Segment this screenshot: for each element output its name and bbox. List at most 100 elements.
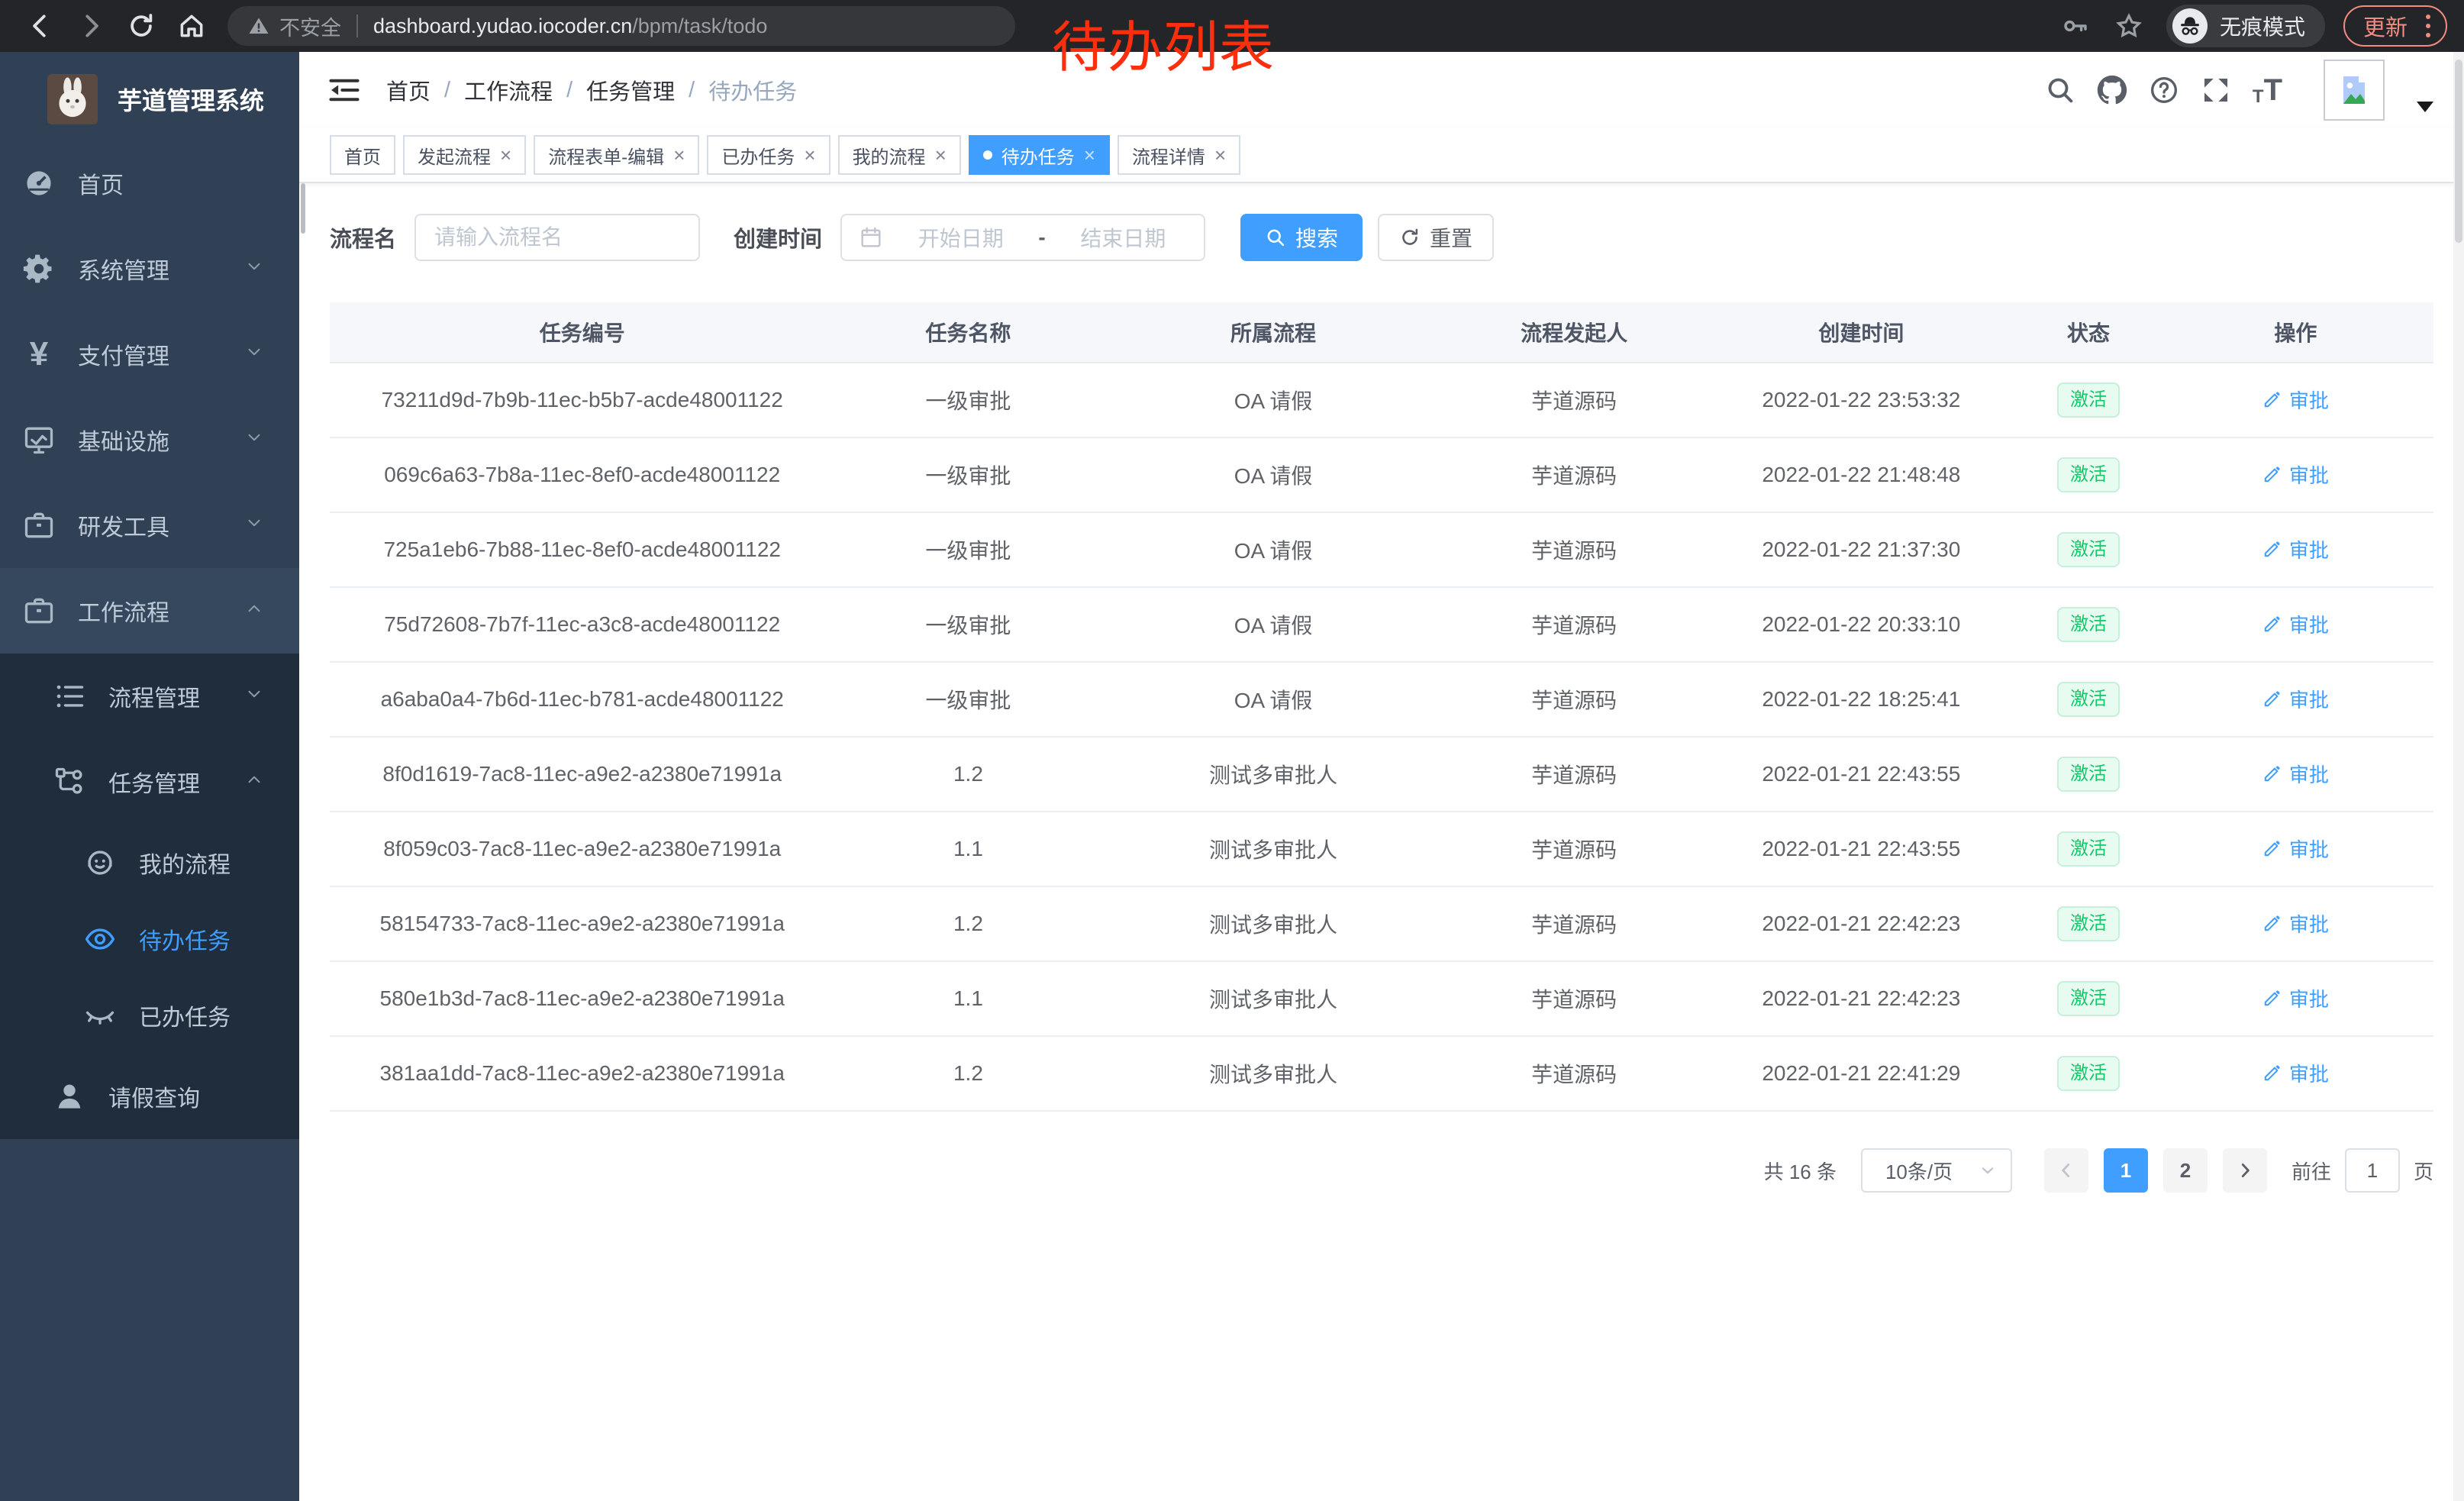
tab-已办任务[interactable]: 已办任务×: [707, 135, 830, 175]
sidebar-item-workflow[interactable]: 工作流程: [0, 568, 299, 654]
end-date-placeholder[interactable]: 结束日期: [1059, 222, 1187, 253]
browser-home-icon[interactable]: [177, 11, 206, 40]
reset-button[interactable]: 重置: [1378, 214, 1494, 261]
status-badge: 激活: [2057, 383, 2120, 418]
browser-back-icon[interactable]: [26, 11, 55, 40]
sidebar-item-my-process[interactable]: 我的流程: [0, 825, 299, 901]
prev-page-button[interactable]: [2044, 1148, 2088, 1193]
approve-link[interactable]: 审批: [2262, 535, 2329, 563]
search-icon[interactable]: [2045, 75, 2075, 105]
app-logo[interactable]: 芋道管理系统: [0, 52, 299, 133]
edit-icon: [2262, 539, 2282, 559]
cell-status: 激活: [2019, 532, 2158, 567]
sidebar-item-dev-tools[interactable]: 研发工具: [0, 483, 299, 568]
tab-首页[interactable]: 首页: [330, 135, 395, 175]
cell-task-id: 75d72608-7b7f-11ec-a3c8-acde48001122: [330, 612, 834, 637]
tab-close-icon[interactable]: ×: [673, 145, 685, 165]
sidebar-item-label: 系统管理: [78, 252, 169, 286]
tab-流程详情[interactable]: 流程详情×: [1118, 135, 1240, 175]
start-date-placeholder[interactable]: 开始日期: [897, 222, 1024, 253]
status-badge: 激活: [2057, 607, 2120, 642]
sidebar-item-infrastructure[interactable]: 基础设施: [0, 397, 299, 483]
tab-close-icon[interactable]: ×: [1214, 145, 1226, 165]
user-avatar[interactable]: [2324, 60, 2385, 121]
browser-menu-icon[interactable]: [2420, 15, 2437, 37]
approve-link[interactable]: 审批: [2262, 685, 2329, 713]
chevron-down-icon: [244, 684, 264, 704]
avatar-dropdown-caret-icon[interactable]: [2417, 102, 2433, 112]
approve-link[interactable]: 审批: [2262, 909, 2329, 938]
github-icon[interactable]: [2097, 75, 2127, 105]
chevron-up-icon: [244, 770, 264, 789]
tab-close-icon[interactable]: ×: [500, 145, 511, 165]
page-button-1[interactable]: 1: [2104, 1148, 2148, 1193]
goto-page-input[interactable]: [2345, 1148, 2400, 1193]
task-table: 任务编号任务名称所属流程流程发起人创建时间状态操作 73211d9d-7b9b-…: [330, 302, 2433, 1112]
browser-forward-icon[interactable]: [76, 11, 105, 40]
chevron-down-icon: [1979, 1161, 1997, 1180]
browser-update-button[interactable]: 更新: [2343, 5, 2447, 47]
cell-task-name: 一级审批: [834, 534, 1101, 565]
edit-icon: [2262, 913, 2282, 933]
cell-process: OA 请假: [1101, 460, 1444, 490]
tab-close-icon[interactable]: ×: [804, 145, 815, 165]
approve-link[interactable]: 审批: [2262, 386, 2329, 414]
sidebar-item-done-task[interactable]: 已办任务: [0, 977, 299, 1054]
briefcase-icon: [22, 594, 56, 628]
password-key-icon[interactable]: [2061, 11, 2090, 40]
breadcrumb-item[interactable]: 任务管理: [586, 74, 675, 106]
next-page-button[interactable]: [2223, 1148, 2267, 1193]
fullscreen-icon[interactable]: [2201, 75, 2231, 105]
date-range-picker[interactable]: 开始日期 - 结束日期: [840, 214, 1205, 261]
approve-link[interactable]: 审批: [2262, 610, 2329, 638]
sidebar-scrollbar[interactable]: [301, 183, 305, 234]
help-icon[interactable]: [2149, 75, 2179, 105]
sidebar-item-payment[interactable]: ¥支付管理: [0, 311, 299, 397]
sidebar-item-todo-task[interactable]: 待办任务: [0, 901, 299, 977]
breadcrumb-item[interactable]: 首页: [386, 74, 431, 106]
tab-发起流程[interactable]: 发起流程×: [403, 135, 526, 175]
breadcrumb-item[interactable]: 工作流程: [464, 74, 553, 106]
sidebar-item-system[interactable]: 系统管理: [0, 226, 299, 311]
table-row: 725a1eb6-7b88-11ec-8ef0-acde48001122一级审批…: [330, 513, 2433, 588]
cell-process: 测试多审批人: [1101, 1058, 1444, 1089]
sidebar-item-home[interactable]: 首页: [0, 140, 299, 226]
cell-initiator: 芋道源码: [1445, 684, 1704, 715]
table-body: 73211d9d-7b9b-11ec-b5b7-acde48001122一级审批…: [330, 363, 2433, 1112]
approve-link[interactable]: 审批: [2262, 984, 2329, 1012]
cell-process: OA 请假: [1101, 684, 1444, 715]
approve-link[interactable]: 审批: [2262, 460, 2329, 489]
search-button[interactable]: 搜索: [1240, 214, 1363, 261]
approve-link[interactable]: 审批: [2262, 760, 2329, 788]
font-size-icon[interactable]: TT: [2253, 73, 2282, 108]
tab-close-icon[interactable]: ×: [1084, 145, 1095, 165]
page-button-2[interactable]: 2: [2163, 1148, 2208, 1193]
approve-link[interactable]: 审批: [2262, 1059, 2329, 1087]
security-label[interactable]: 不安全: [279, 11, 341, 41]
cell-created-time: 2022-01-22 21:37:30: [1704, 537, 2019, 562]
sidebar-fold-icon[interactable]: [328, 74, 360, 106]
edit-icon: [2262, 689, 2282, 709]
cell-process: OA 请假: [1101, 609, 1444, 640]
browser-reload-icon[interactable]: [127, 11, 156, 40]
status-badge: 激活: [2057, 757, 2120, 792]
bookmark-star-icon[interactable]: [2114, 11, 2143, 40]
tab-我的流程[interactable]: 我的流程×: [838, 135, 961, 175]
sidebar-item-leave-query[interactable]: 请假查询: [0, 1054, 299, 1139]
column-header: 操作: [2158, 317, 2433, 347]
sidebar-item-task-manage[interactable]: 任务管理: [0, 739, 299, 825]
tab-close-icon[interactable]: ×: [935, 145, 947, 165]
page-size-select[interactable]: 10条/页: [1861, 1148, 2012, 1193]
approve-link[interactable]: 审批: [2262, 834, 2329, 863]
process-name-input[interactable]: [414, 214, 700, 261]
tab-待办任务[interactable]: 待办任务×: [969, 135, 1110, 175]
table-row: 381aa1dd-7ac8-11ec-a9e2-a2380e71991a1.2测…: [330, 1037, 2433, 1112]
tab-流程表单-编辑[interactable]: 流程表单-编辑×: [534, 135, 699, 175]
address-bar[interactable]: 不安全 dashboard.yudao.iocoder.cn/bpm/task/…: [227, 6, 1015, 46]
window-scrollbar[interactable]: [2453, 52, 2464, 1501]
not-secure-warning-icon[interactable]: [247, 15, 270, 37]
update-label[interactable]: 更新: [2363, 10, 2408, 42]
cell-task-id: 381aa1dd-7ac8-11ec-a9e2-a2380e71991a: [330, 1061, 834, 1086]
cell-process: OA 请假: [1101, 385, 1444, 415]
sidebar-item-process-manage[interactable]: 流程管理: [0, 654, 299, 739]
